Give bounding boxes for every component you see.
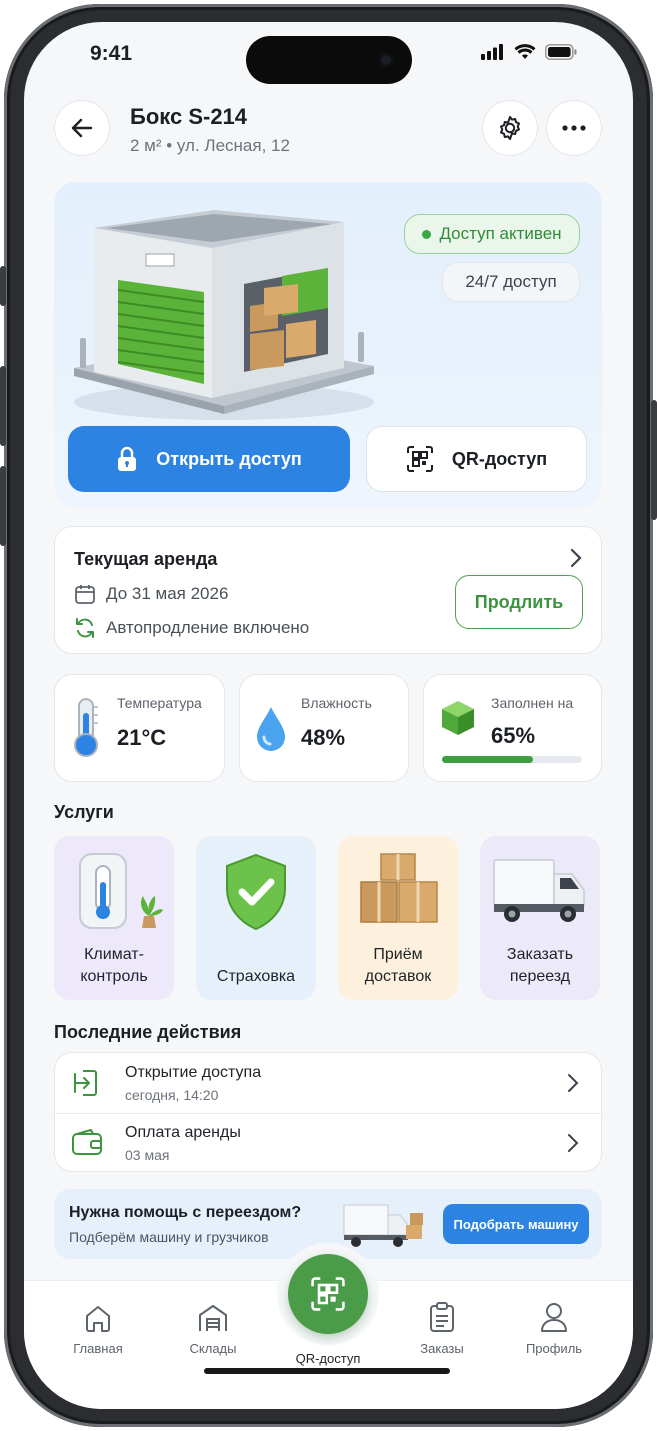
more-dots-icon <box>562 125 586 131</box>
rental-until-row: До 31 мая 2026 <box>74 583 228 605</box>
user-icon <box>541 1303 567 1332</box>
clipboard-icon <box>430 1302 454 1332</box>
promo-title: Нужна помощь с переездом? <box>69 1204 302 1221</box>
open-access-button[interactable]: Открыть доступ <box>68 426 350 492</box>
qr-access-button[interactable]: QR-доступ <box>366 426 587 492</box>
activity-time-text: сегодня, 14:20 <box>125 1087 219 1103</box>
service-label: Заказать переезд <box>506 946 574 985</box>
mute-switch <box>0 266 6 306</box>
fill-level-bar <box>442 756 582 763</box>
autorenew-row: Автопродление включено <box>74 617 309 639</box>
hero-card: Доступ активен 24/7 доступ Открыть досту… <box>54 182 602 508</box>
service-moving[interactable]: Заказать переезд <box>480 836 600 1000</box>
signal-icon <box>481 44 503 60</box>
access-hours-badge: 24/7 доступ <box>442 262 580 302</box>
home-icon <box>86 1306 110 1332</box>
humidity-label: Влажность <box>301 695 372 711</box>
status-time: 9:41 <box>90 42 133 65</box>
temperature-value: 21°C <box>117 725 167 750</box>
page-title: Бокс S-214 <box>130 104 248 129</box>
tab-home[interactable]: Главная <box>53 1295 143 1356</box>
qr-scan-icon <box>406 446 433 472</box>
gear-icon <box>500 116 520 140</box>
activity-title-text: Оплата аренды <box>125 1124 241 1141</box>
wallet-icon <box>72 1129 102 1155</box>
fill-level-value: 65% <box>491 723 536 748</box>
truck-boxes-icon <box>343 1204 423 1247</box>
calendar-icon <box>75 585 95 604</box>
qr-fab-button[interactable] <box>288 1254 368 1334</box>
fill-level-bar-fill <box>442 756 533 763</box>
activity-item-payment[interactable]: Оплата аренды 03 мая <box>55 1113 603 1173</box>
refresh-icon <box>76 618 94 638</box>
activity-item-access[interactable]: Открытие доступа сегодня, 14:20 <box>55 1053 603 1113</box>
dynamic-island <box>246 36 412 84</box>
access-status-badge: Доступ активен <box>404 214 580 254</box>
tab-bar: Главная Склады QR-доступ Заказы Профиль <box>24 1243 633 1409</box>
activity-title: Последние действия <box>54 1022 242 1042</box>
service-insurance[interactable]: Страховка <box>196 836 316 1000</box>
arrow-left-icon <box>71 118 93 138</box>
thermometer-icon <box>74 698 98 757</box>
fill-level-label: Заполнен на <box>491 695 574 711</box>
boxes-icon <box>360 853 438 923</box>
tab-warehouses[interactable]: Склады <box>168 1295 258 1356</box>
promo-subtitle: Подберём машину и грузчиков <box>69 1229 269 1245</box>
chevron-right-icon <box>570 548 582 568</box>
page-subtitle: 2 м² • ул. Лесная, 12 <box>130 136 290 155</box>
settings-button[interactable] <box>482 100 538 156</box>
storage-box-illustration <box>74 210 374 420</box>
humidity-value: 48% <box>301 725 346 750</box>
service-label: Климат- контроль <box>80 946 148 985</box>
activity-title-text: Открытие доступа <box>125 1064 262 1081</box>
extend-button[interactable]: Продлить <box>455 575 583 629</box>
back-button[interactable] <box>54 100 110 156</box>
more-button[interactable] <box>546 100 602 156</box>
fill-level-card: Заполнен на 65% <box>423 674 602 782</box>
truck-icon <box>493 859 585 922</box>
tab-profile[interactable]: Профиль <box>509 1295 599 1356</box>
temperature-label: Температура <box>117 695 202 711</box>
app-screen: 9:41 Бокс S-214 2 м² • ул. Лесная, 12 До… <box>24 22 633 1409</box>
services-title: Услуги <box>54 802 114 822</box>
volume-up-button <box>0 366 6 446</box>
tab-qr-label: QR-доступ <box>295 1351 361 1366</box>
home-indicator <box>204 1368 450 1374</box>
battery-icon <box>545 44 577 60</box>
volume-down-button <box>0 466 6 546</box>
service-delivery-reception[interactable]: Приём доставок <box>338 836 458 1000</box>
qr-icon <box>311 1277 345 1311</box>
find-truck-button[interactable]: Подобрать машину <box>443 1204 589 1244</box>
chevron-right-icon <box>568 1134 579 1152</box>
rental-title: Текущая аренда <box>74 549 218 569</box>
temperature-card: Температура 21°C <box>54 674 225 782</box>
status-dot-icon <box>422 229 432 239</box>
climate-device-icon <box>79 853 163 929</box>
warehouse-icon <box>199 1305 227 1331</box>
service-climate-control[interactable]: Климат- контроль <box>54 836 174 1000</box>
service-label: Страховка <box>216 968 296 985</box>
activity-list: Открытие доступа сегодня, 14:20 Оплата а… <box>54 1052 603 1173</box>
power-button <box>651 400 657 520</box>
cube-icon <box>442 701 474 735</box>
service-label: Приём доставок <box>364 946 432 985</box>
tab-orders[interactable]: Заказы <box>397 1295 487 1356</box>
door-enter-icon <box>74 1070 97 1096</box>
status-icons <box>481 44 577 60</box>
wifi-icon <box>514 44 536 59</box>
water-drop-icon <box>257 707 285 751</box>
activity-time-text: 03 мая <box>125 1147 170 1163</box>
humidity-card: Влажность 48% <box>239 674 409 782</box>
shield-check-icon <box>226 853 286 931</box>
lock-icon <box>118 446 137 471</box>
current-rental-card[interactable]: Текущая аренда До 31 мая 2026 Автопродле… <box>54 526 602 654</box>
chevron-right-icon <box>568 1074 579 1092</box>
